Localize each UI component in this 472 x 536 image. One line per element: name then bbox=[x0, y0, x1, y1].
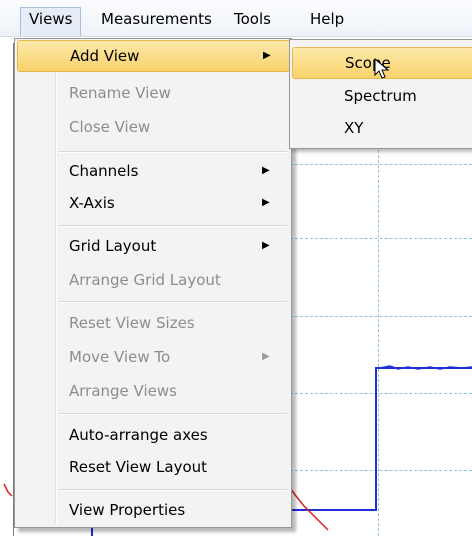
menu-item-view-properties-label: View Properties bbox=[69, 501, 186, 519]
menu-separator bbox=[59, 413, 287, 415]
red-signal-left bbox=[3, 483, 13, 497]
menu-item-add-view-label: Add View bbox=[70, 47, 140, 65]
submenu-arrow-icon: ▶ bbox=[262, 240, 270, 251]
menu-separator bbox=[59, 301, 287, 303]
submenu-item-xy-label: XY bbox=[344, 119, 364, 137]
menu-item-move-view-to-label: Move View To bbox=[69, 348, 171, 366]
mouse-pointer-icon bbox=[374, 58, 390, 79]
menu-item-view-properties[interactable]: View Properties bbox=[17, 494, 289, 526]
menu-item-arrange-views-label: Arrange Views bbox=[69, 382, 177, 400]
submenu-arrow-icon: ▶ bbox=[262, 197, 270, 208]
menu-item-x-axis[interactable]: X-Axis ▶ bbox=[17, 187, 289, 219]
menu-item-auto-arrange-axes-label: Auto-arrange axes bbox=[69, 426, 208, 444]
menu-item-auto-arrange-axes[interactable]: Auto-arrange axes bbox=[17, 419, 289, 451]
submenu-item-spectrum[interactable]: Spectrum bbox=[292, 80, 472, 112]
add-view-submenu: Scope Spectrum XY bbox=[289, 39, 472, 149]
menu-item-reset-view-sizes-label: Reset View Sizes bbox=[69, 314, 195, 332]
menu-item-reset-view-layout-label: Reset View Layout bbox=[69, 458, 208, 476]
menu-item-rename-view-label: Rename View bbox=[69, 84, 171, 102]
menu-separator bbox=[59, 151, 287, 153]
menu-item-reset-view-layout[interactable]: Reset View Layout bbox=[17, 451, 289, 483]
menu-item-close-view-label: Close View bbox=[69, 118, 151, 136]
menu-item-arrange-grid-layout-label: Arrange Grid Layout bbox=[69, 271, 221, 289]
menu-item-x-axis-label: X-Axis bbox=[69, 194, 115, 212]
menu-item-reset-view-sizes[interactable]: Reset View Sizes bbox=[17, 307, 289, 339]
menu-item-move-view-to[interactable]: Move View To ▶ bbox=[17, 341, 289, 373]
blue-signal-trace bbox=[290, 367, 472, 511]
submenu-arrow-icon: ▶ bbox=[262, 165, 270, 176]
menu-item-arrange-grid-layout[interactable]: Arrange Grid Layout bbox=[17, 264, 289, 296]
menu-separator bbox=[59, 225, 287, 227]
menu-item-grid-layout[interactable]: Grid Layout ▶ bbox=[17, 230, 289, 262]
views-menu: Add View ▶ Rename View Close View Channe… bbox=[14, 38, 292, 528]
menu-separator bbox=[59, 489, 287, 491]
menu-item-grid-layout-label: Grid Layout bbox=[69, 237, 157, 255]
menu-item-arrange-views[interactable]: Arrange Views bbox=[17, 375, 289, 407]
menu-item-channels-label: Channels bbox=[69, 162, 139, 180]
submenu-item-spectrum-label: Spectrum bbox=[344, 87, 417, 105]
submenu-arrow-icon: ▶ bbox=[262, 351, 270, 362]
menu-item-channels[interactable]: Channels ▶ bbox=[17, 155, 289, 187]
menu-item-close-view[interactable]: Close View bbox=[17, 111, 289, 143]
menu-item-add-view[interactable]: Add View ▶ bbox=[17, 40, 291, 72]
submenu-arrow-icon: ▶ bbox=[263, 50, 271, 61]
menu-item-rename-view[interactable]: Rename View bbox=[17, 77, 289, 109]
submenu-item-xy[interactable]: XY bbox=[292, 112, 472, 144]
